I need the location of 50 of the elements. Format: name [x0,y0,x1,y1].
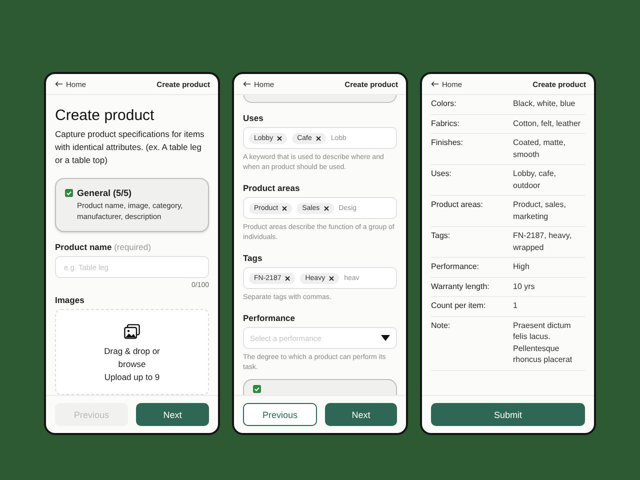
dropzone-prompt: Drag & drop or browse [103,345,161,371]
detail-value: Product, sales, marketing [513,199,567,222]
detail-label: Performance: [431,261,480,272]
detail-label: Colors: [431,98,458,110]
page-description: Capture product specifications for items with identical attributes. (ex. A table leg or a table top) [55,128,206,167]
section-title: General (5/5) [77,188,132,198]
detail-label: Finishes: [431,137,464,149]
close-icon[interactable] [324,206,329,210]
required-hint: (required) [114,242,151,252]
detail-value: Black, white, blue [513,98,576,110]
close-icon[interactable] [285,276,290,280]
image-dropzone[interactable]: Drag & drop or browse Upload up to 9 [55,309,209,395]
detail-label: Product areas: [431,199,484,211]
submit-button[interactable]: Submit [431,403,585,426]
detail-value: High [513,261,530,272]
field-label: Images [55,295,86,305]
checkbox[interactable] [65,189,73,197]
detail-value: Lobby, cafe, outdoor [513,168,557,191]
upload-limit: Upload up to 9 [104,371,160,384]
detail-label: Uses: [431,168,452,180]
close-icon[interactable] [329,276,334,280]
detail-label: Fabrics: [431,118,460,129]
close-icon[interactable] [282,206,288,210]
caret-icon [381,335,390,341]
image-icon [124,324,140,339]
previous-button[interactable]: Previous [243,403,317,426]
field-label: Uses [243,113,264,123]
field-label: Tags [243,253,264,263]
next-button[interactable]: Next [325,403,397,426]
detail-label: Count per item: [431,300,487,312]
detail-value: 1 [513,300,518,312]
detail-label: Warranty length: [431,280,490,292]
close-icon[interactable] [277,136,282,140]
back-arrow-icon [55,81,63,87]
detail-label: Note: [431,320,452,332]
checkbox[interactable] [253,385,261,393]
detail-value: FN-2187, heavy, wrapped [513,230,573,253]
back-arrow-icon [243,81,251,87]
detail-value: Coated, matte, smooth [513,137,566,160]
close-icon[interactable] [316,136,321,140]
field-label: Product name [55,242,112,252]
detail-value: 10 yrs [513,280,536,292]
field-label: Performance [243,313,296,323]
next-button[interactable]: Next [136,403,209,426]
back-arrow-icon [431,81,439,87]
page-heading: Create product [55,107,156,124]
detail-value: Praesent dictum felis lacus. Pellentesque rhoncus placerat [513,320,574,366]
detail-label: Tags: [431,230,452,242]
detail-value: Cotton, felt, leather [513,118,582,129]
field-label: Product areas [243,183,301,193]
